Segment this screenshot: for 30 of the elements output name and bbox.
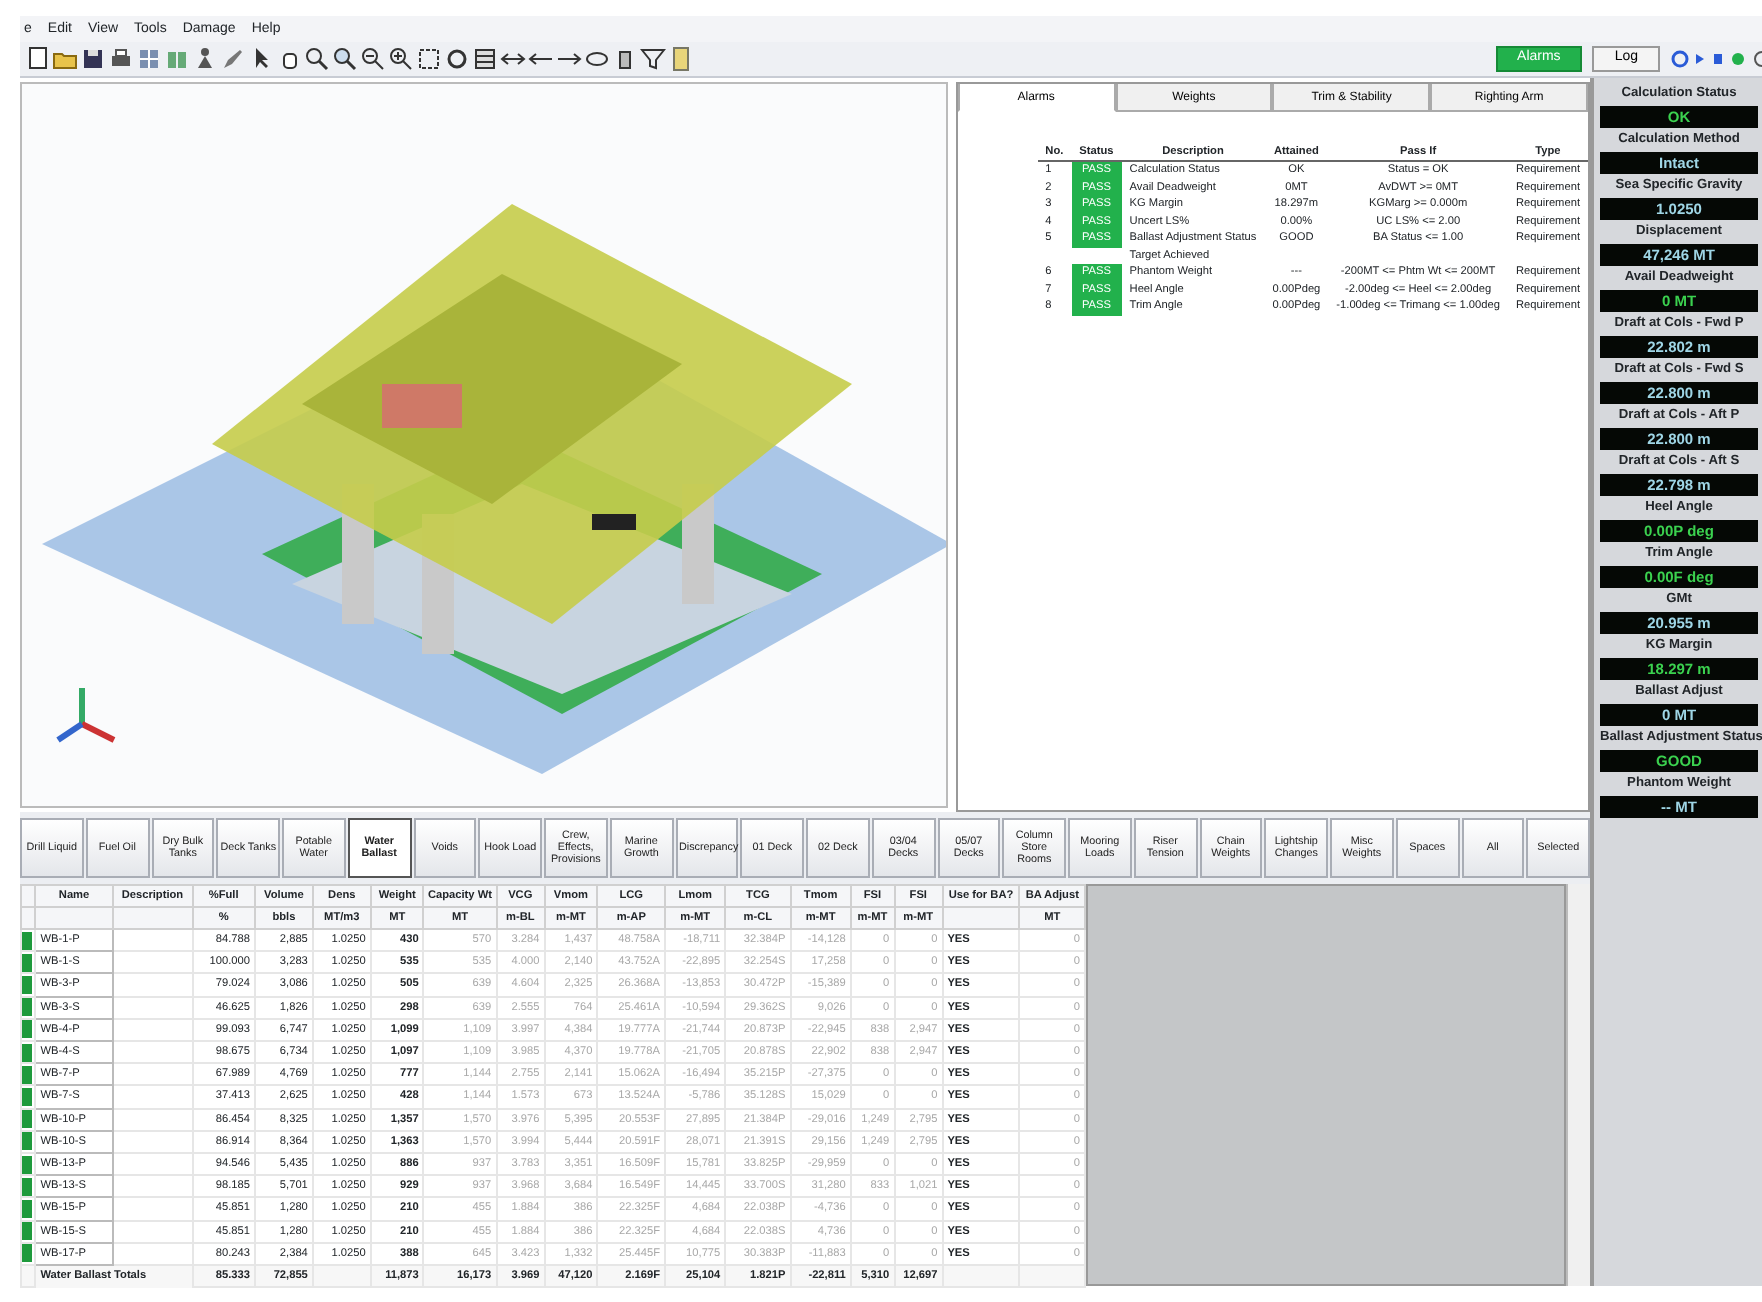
layers-icon[interactable] bbox=[472, 46, 498, 72]
tank-marker bbox=[22, 1088, 32, 1107]
document-icon[interactable] bbox=[24, 46, 50, 72]
refresh-icon[interactable] bbox=[1670, 46, 1690, 72]
tank-marker bbox=[22, 998, 32, 1017]
tank-marker bbox=[22, 1222, 32, 1241]
tank-marker bbox=[22, 1132, 32, 1151]
tank-marker bbox=[22, 953, 32, 972]
printer-icon[interactable] bbox=[108, 46, 134, 72]
tank-marker bbox=[22, 1155, 32, 1174]
ellipse-icon[interactable] bbox=[584, 46, 610, 72]
edit-icon[interactable] bbox=[220, 46, 246, 72]
tank-marker bbox=[22, 1200, 32, 1219]
tank-marker bbox=[22, 931, 32, 950]
zoom-icon[interactable] bbox=[304, 46, 330, 72]
tank-marker bbox=[22, 1110, 32, 1129]
filter-icon[interactable] bbox=[640, 46, 666, 72]
tank-marker bbox=[22, 1244, 32, 1263]
tank-marker bbox=[22, 1177, 32, 1196]
zoom-icon[interactable] bbox=[388, 46, 414, 72]
tank-marker bbox=[22, 1043, 32, 1062]
tank-marker bbox=[22, 1020, 32, 1039]
tank-marker bbox=[22, 1065, 32, 1084]
save-icon[interactable] bbox=[80, 46, 106, 72]
zoom-icon[interactable] bbox=[360, 46, 386, 72]
zoom-icon[interactable] bbox=[332, 46, 358, 72]
grid-icon[interactable] bbox=[136, 46, 162, 72]
frame-icon[interactable] bbox=[416, 46, 442, 72]
figure-icon[interactable] bbox=[192, 46, 218, 72]
tank-marker bbox=[22, 976, 32, 994]
